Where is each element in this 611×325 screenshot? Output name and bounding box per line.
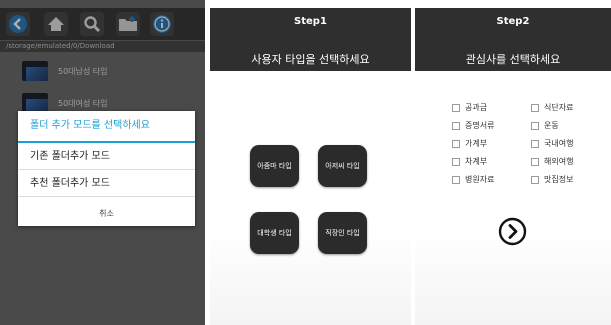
checkbox-box[interactable] [452, 122, 460, 130]
checkbox-box[interactable] [452, 176, 460, 184]
checkbox-box[interactable] [531, 158, 539, 166]
step2-header: Step2 관심사를 선택하세요 [415, 8, 611, 71]
checkbox-box[interactable] [531, 104, 539, 112]
interest-label: 국내여행 [544, 139, 574, 148]
file-browser-screen: /storage/emulated/0/Download 50대남성 타입 50… [0, 0, 205, 325]
type-button-office-worker[interactable]: 직장인 타입 [318, 212, 367, 254]
checkbox-box[interactable] [531, 140, 539, 148]
checkbox-box[interactable] [452, 158, 460, 166]
existing-folder-mode-option[interactable]: 기존 폴더추가 모드 [18, 144, 195, 170]
dialog-title: 폴더 추가 모드를 선택하세요 [18, 111, 195, 143]
cancel-button[interactable]: 취소 [18, 201, 195, 226]
step1-subtitle: 사용자 타입을 선택하세요 [251, 53, 370, 66]
type-button-student[interactable]: 대학생 타입 [250, 212, 299, 254]
interest-label: 차계부 [465, 157, 488, 166]
checkbox-box[interactable] [531, 122, 539, 130]
type-button-ajumma[interactable]: 아줌마 타입 [250, 145, 299, 187]
interest-label: 병원자료 [465, 175, 495, 184]
interest-label: 공과금 [465, 103, 488, 112]
interest-label: 가계부 [465, 139, 488, 148]
step1-screen: Step1 사용자 타입을 선택하세요 아줌마 타입 아저씨 타입 대학생 타입… [210, 0, 411, 325]
interest-label: 해외여행 [544, 157, 574, 166]
checkbox-box[interactable] [452, 104, 460, 112]
step2-subtitle: 관심사를 선택하세요 [465, 53, 561, 66]
step1-header: Step1 사용자 타입을 선택하세요 [210, 8, 411, 71]
chevron-right-circle-icon[interactable] [498, 217, 527, 246]
interest-label: 식단자료 [544, 103, 574, 112]
type-button-ajeossi[interactable]: 아저씨 타입 [318, 145, 367, 187]
step2-title: Step2 [496, 16, 530, 27]
interest-label: 맛집정보 [544, 175, 574, 184]
checkbox-box[interactable] [531, 176, 539, 184]
recommended-folder-mode-option[interactable]: 추천 폴더추가 모드 [18, 171, 195, 197]
step2-screen: Step2 관심사를 선택하세요 공과금 증명서류 가계부 차계부 병원자료 식… [415, 0, 611, 325]
add-folder-mode-dialog: 폴더 추가 모드를 선택하세요 기존 폴더추가 모드 추천 폴더추가 모드 취소 [18, 111, 195, 226]
step1-title: Step1 [294, 16, 327, 27]
interest-label: 운동 [544, 121, 559, 130]
interest-label: 증명서류 [465, 121, 495, 130]
checkbox-box[interactable] [452, 140, 460, 148]
